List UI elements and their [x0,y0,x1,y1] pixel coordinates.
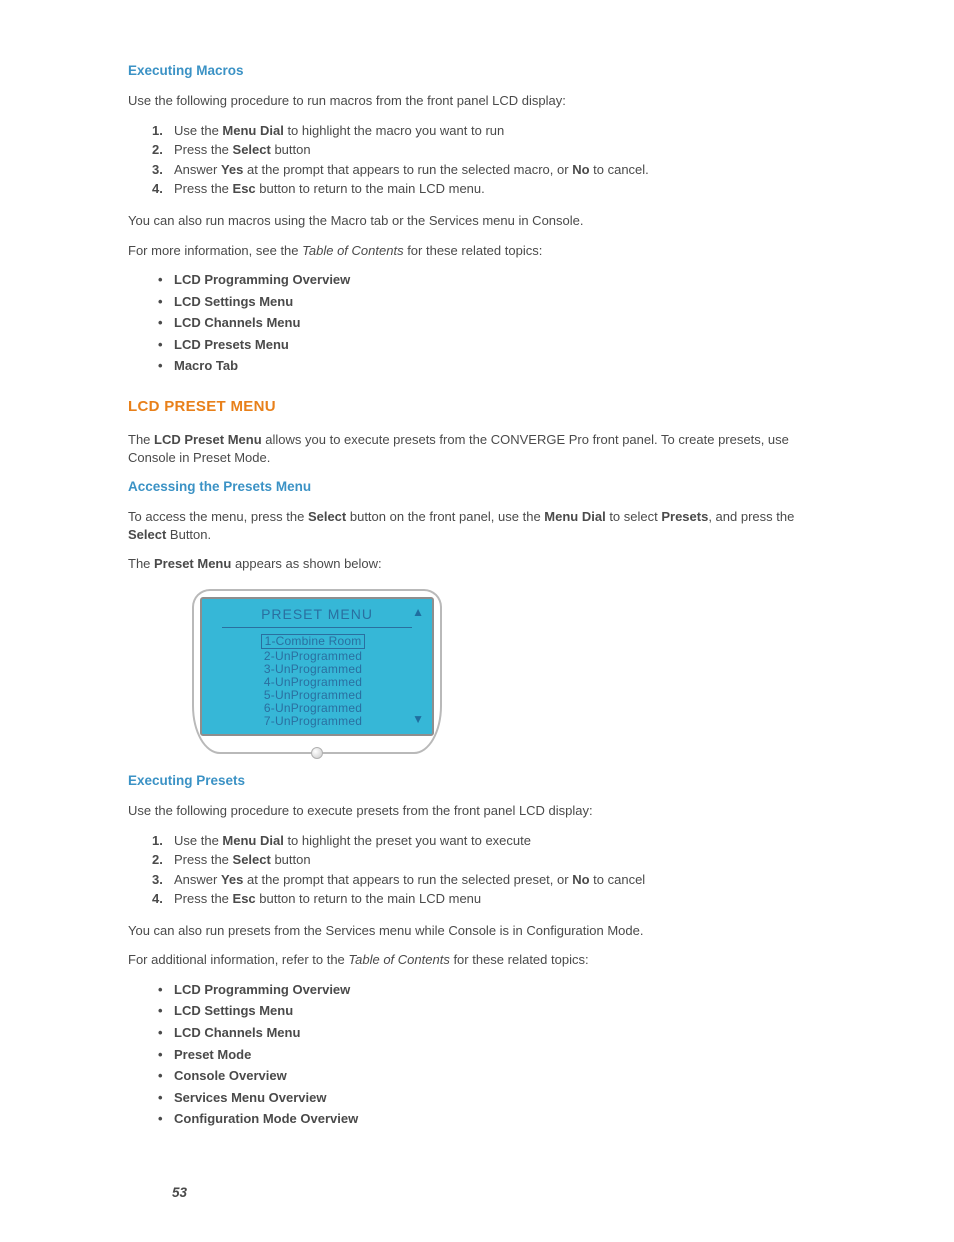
heading-lcd-preset-menu: LCD PRESET MENU [128,397,826,417]
macro-steps-list: Use the Menu Dial to highlight the macro… [128,122,826,198]
paragraph: For more information, see the Table of C… [128,242,826,260]
related-topics-list-2: LCD Programming Overview LCD Settings Me… [128,981,826,1128]
list-item: LCD Programming Overview [152,981,826,999]
list-item: LCD Settings Menu [152,293,826,311]
arrow-up-icon: ▲ [412,604,424,620]
list-item: Press the Select button [152,141,826,159]
arrow-down-icon: ▼ [412,711,424,727]
paragraph: To access the menu, press the Select but… [128,508,826,543]
list-item: Use the Menu Dial to highlight the macro… [152,122,826,140]
lcd-row: 2-UnProgrammed [200,650,426,663]
list-item: LCD Settings Menu [152,1002,826,1020]
lcd-row: 3-UnProgrammed [200,663,426,676]
list-item: LCD Presets Menu [152,336,826,354]
lcd-title: PRESET MENU [261,605,373,624]
list-item: Use the Menu Dial to highlight the prese… [152,832,826,850]
list-item: Answer Yes at the prompt that appears to… [152,161,826,179]
list-item: Services Menu Overview [152,1089,826,1107]
list-item: Press the Esc button to return to the ma… [152,180,826,198]
related-topics-list: LCD Programming Overview LCD Settings Me… [128,271,826,375]
list-item: LCD Channels Menu [152,1024,826,1042]
paragraph: The Preset Menu appears as shown below: [128,555,826,573]
list-item: Press the Esc button to return to the ma… [152,890,826,908]
lcd-preset-menu-figure: ▲ ▼ PRESET MENU 1-Combine Room 2-UnProgr… [192,589,442,754]
paragraph: Use the following procedure to execute p… [128,802,826,820]
lcd-row: 6-UnProgrammed [200,702,426,715]
list-item: Preset Mode [152,1046,826,1064]
list-item: Press the Select button [152,851,826,869]
lcd-row-selected: 1-Combine Room [261,634,366,649]
paragraph: You can also run presets from the Servic… [128,922,826,940]
paragraph: For additional information, refer to the… [128,951,826,969]
list-item: Macro Tab [152,357,826,375]
lcd-row: 7-UnProgrammed [200,715,426,728]
lcd-screen: ▲ ▼ PRESET MENU 1-Combine Room 2-UnProgr… [200,597,434,736]
list-item: Configuration Mode Overview [152,1110,826,1128]
lcd-bezel: ▲ ▼ PRESET MENU 1-Combine Room 2-UnProgr… [192,589,442,754]
page-number: 53 [172,1184,826,1202]
paragraph: The LCD Preset Menu allows you to execut… [128,431,826,466]
lcd-row: 4-UnProgrammed [200,676,426,689]
lcd-row: 5-UnProgrammed [200,689,426,702]
list-item: LCD Programming Overview [152,271,826,289]
preset-steps-list: Use the Menu Dial to highlight the prese… [128,832,826,908]
dial-icon [311,747,323,759]
heading-executing-macros: Executing Macros [128,62,826,80]
heading-executing-presets: Executing Presets [128,772,826,790]
heading-accessing-presets: Accessing the Presets Menu [128,478,826,496]
paragraph: Use the following procedure to run macro… [128,92,826,110]
paragraph: You can also run macros using the Macro … [128,212,826,230]
list-item: Console Overview [152,1067,826,1085]
list-item: Answer Yes at the prompt that appears to… [152,871,826,889]
list-item: LCD Channels Menu [152,314,826,332]
